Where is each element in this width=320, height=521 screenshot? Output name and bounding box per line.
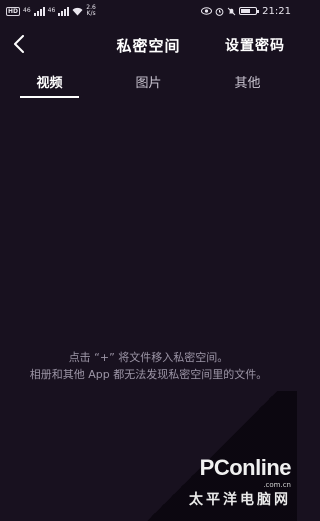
- tab-videos[interactable]: 视频: [0, 66, 99, 98]
- empty-state-line-1: 点击 “+” 将文件移入私密空间。: [68, 351, 229, 364]
- eye-icon: [201, 7, 213, 15]
- empty-state-line-2: 相册和其他 App 都无法发现私密空间里的文件。: [29, 368, 268, 381]
- battery-fill: [241, 9, 250, 13]
- tab-images[interactable]: 图片: [99, 66, 198, 98]
- header: 私密空间 设置密码: [0, 22, 297, 66]
- alarm-icon: [215, 7, 224, 16]
- signal-bars-1-icon: [33, 6, 45, 16]
- signal-label-1: 46: [23, 8, 31, 14]
- tab-bar: 视频 图片 其他: [0, 66, 297, 98]
- watermark-cn: 太平洋电脑网: [189, 492, 291, 508]
- chevron-left-icon: [14, 35, 24, 53]
- hd-badge: HD: [6, 6, 21, 16]
- status-bar: HD 46 46 2.6 K/s 21:21: [0, 0, 297, 22]
- network-speed: 2.6 K/s: [86, 5, 96, 17]
- battery-icon: [239, 7, 260, 15]
- status-time: 21:21: [262, 5, 291, 17]
- signal-label-1-text: 46: [23, 7, 31, 14]
- set-password-button[interactable]: 设置密码: [225, 35, 285, 55]
- signal-bars-2-icon: [58, 6, 70, 16]
- mute-bell-icon: [227, 7, 236, 15]
- status-right: 21:21: [201, 6, 291, 17]
- signal-label-2: 46: [48, 8, 56, 14]
- watermark-brand: PConline: [199, 455, 292, 480]
- tab-other[interactable]: 其他: [198, 66, 297, 98]
- wifi-icon: [72, 7, 83, 15]
- network-speed-unit: K/s: [86, 10, 96, 17]
- signal-label-2-text: 46: [47, 7, 56, 14]
- status-left: HD 46 46 2.6 K/s: [6, 5, 96, 17]
- empty-state-message: 点击 “+” 将文件移入私密空间。 相册和其他 App 都无法发现私密空间里的文…: [0, 349, 297, 383]
- back-button[interactable]: [8, 32, 30, 56]
- watermark-logo: PConline .com.cn 太平洋电脑网: [189, 455, 292, 509]
- watermark-domain: .com.cn: [263, 481, 291, 489]
